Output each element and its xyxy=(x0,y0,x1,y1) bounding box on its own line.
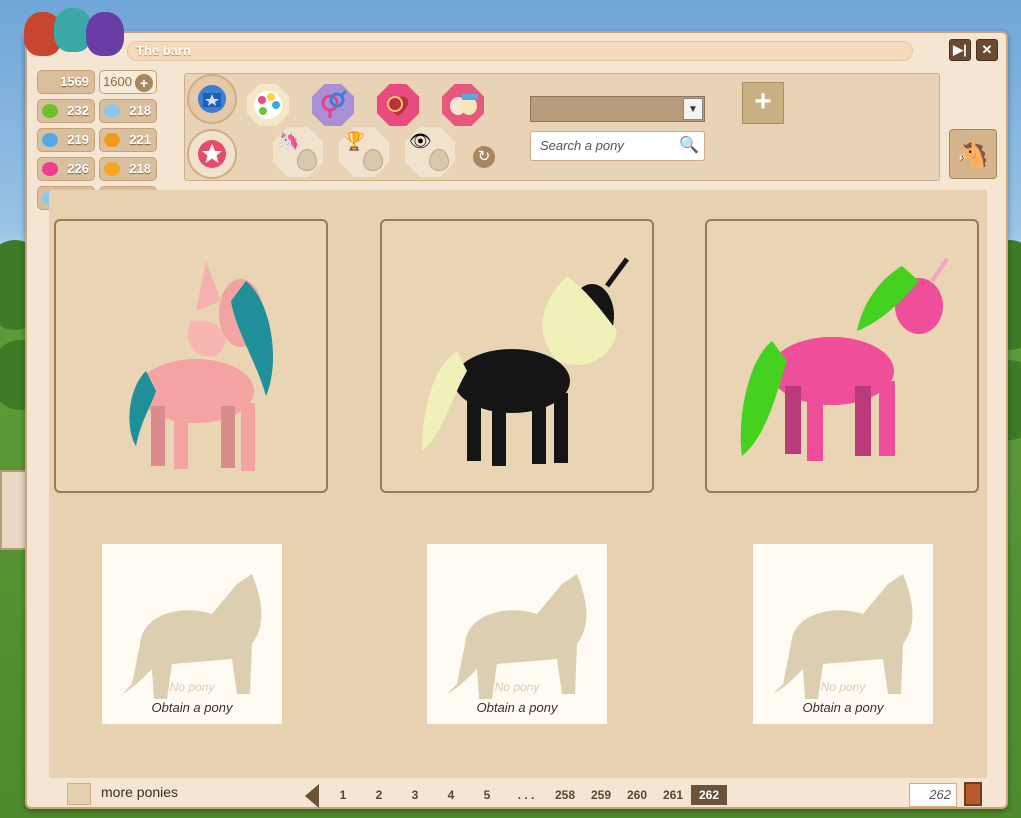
page-link[interactable]: 4 xyxy=(433,785,469,805)
stat-value: 218 xyxy=(129,103,151,118)
sort-select[interactable]: ▼ xyxy=(530,96,705,122)
add-button[interactable]: + xyxy=(742,82,784,124)
gender-icon xyxy=(321,89,348,118)
stat-flame: 221 xyxy=(99,128,157,152)
drop-icon xyxy=(297,149,317,171)
stat-value: 1600 xyxy=(103,74,132,89)
obtain-pony-label: Obtain a pony xyxy=(476,700,558,715)
pony-pair-icon xyxy=(450,94,478,115)
add-currency-icon[interactable]: + xyxy=(135,74,153,92)
obtain-pony-label: Obtain a pony xyxy=(802,700,884,715)
obtain-pony-label: Obtain a pony xyxy=(151,700,233,715)
pony-card[interactable] xyxy=(54,219,328,493)
stat-value: 219 xyxy=(67,132,89,147)
stat-value: 226 xyxy=(67,161,89,176)
drop-slot-eye[interactable]: 👁 xyxy=(405,127,455,177)
pony-card[interactable] xyxy=(380,219,654,493)
pony-logo xyxy=(24,4,124,60)
empty-pony-slot[interactable]: No pony Obtain a pony xyxy=(427,544,607,724)
refresh-button[interactable]: ↻ xyxy=(473,146,495,168)
chevron-down-icon: ▼ xyxy=(683,98,703,120)
drop-icon xyxy=(363,149,383,171)
page-link[interactable]: 5 xyxy=(469,785,505,805)
tab-favorites[interactable] xyxy=(187,129,237,179)
search-placeholder: Search a pony xyxy=(540,138,624,153)
page-link[interactable]: 2 xyxy=(361,785,397,805)
folder-star-icon xyxy=(203,93,221,107)
pony-image xyxy=(129,261,274,471)
pony-card[interactable] xyxy=(705,219,979,493)
search-icon: 🔍 xyxy=(679,137,699,154)
search-input[interactable]: Search a pony 🔍 xyxy=(530,131,705,161)
stat-paw-print: 218 xyxy=(99,157,157,181)
pony-mini-icon: 🦄 xyxy=(277,131,300,151)
stat-apple: 232 xyxy=(37,99,95,123)
plus-icon: + xyxy=(754,85,772,118)
page-link[interactable]: 1 xyxy=(325,785,361,805)
paw-icon xyxy=(42,133,58,147)
no-pony-text: No pony xyxy=(169,680,215,694)
star-icon xyxy=(202,144,222,163)
pony-silhouette-icon xyxy=(773,574,913,699)
more-ponies-label: more ponies xyxy=(101,784,179,800)
previous-page-arrow-icon[interactable] xyxy=(305,784,319,808)
filter-gender[interactable] xyxy=(312,84,354,126)
drop-icon xyxy=(429,149,449,171)
stat-heart: 226 xyxy=(37,157,95,181)
stat-paw: 219 xyxy=(37,128,95,152)
close-button[interactable]: ✕ xyxy=(976,39,998,61)
move-pony-button[interactable]: 🐴 xyxy=(949,129,997,179)
barn-window: The barn ▶| ✕ 1569 1600 +232 218 219 221 226 21… xyxy=(25,31,1008,809)
stat-value: 218 xyxy=(129,161,151,176)
tab-folder[interactable] xyxy=(187,74,237,124)
pony-silhouette-icon xyxy=(447,574,587,699)
page-link[interactable]: 262 xyxy=(691,785,727,805)
filter-hearts[interactable] xyxy=(377,84,419,126)
go-to-page-button[interactable] xyxy=(964,782,982,806)
page-number-input[interactable]: 262 xyxy=(909,783,957,807)
palette-icon xyxy=(254,91,282,119)
pony-image xyxy=(740,257,949,461)
hearts-icon xyxy=(387,96,409,116)
stat-coin: 1569 xyxy=(37,70,95,94)
page-link[interactable]: 259 xyxy=(583,785,619,805)
paw-print-icon xyxy=(104,162,120,176)
drop-slot-trophy[interactable]: 🏆 xyxy=(339,127,389,177)
page-link[interactable]: 260 xyxy=(619,785,655,805)
no-pony-text: No pony xyxy=(820,680,866,694)
barn-footer: more ponies 12345. . . 258 259 260 261 262 26… xyxy=(27,778,1010,811)
refresh-icon: ↻ xyxy=(477,148,491,165)
page-link[interactable]: 3 xyxy=(397,785,433,805)
page-link[interactable]: 261 xyxy=(655,785,691,805)
page-ellipsis: . . . xyxy=(517,788,535,802)
trophy-icon: 🏆 xyxy=(343,131,366,151)
page-link[interactable]: 258 xyxy=(547,785,583,805)
empty-pony-slot[interactable]: No pony Obtain a pony xyxy=(753,544,933,724)
filter-toolbar: 🦄 🏆 👁 ↻ ▼ Search a pony 🔍 + xyxy=(184,73,940,181)
pony-silhouette-icon xyxy=(122,574,262,699)
pony-arrow-icon: 🐴 xyxy=(956,139,990,169)
flame-icon xyxy=(104,133,120,147)
pony-image xyxy=(422,257,630,466)
no-pony-text: No pony xyxy=(494,680,540,694)
filter-palette[interactable] xyxy=(247,84,289,126)
stat-value: 221 xyxy=(129,132,151,147)
more-ponies-checkbox[interactable] xyxy=(67,783,91,805)
drop-slot-pony[interactable]: 🦄 xyxy=(273,127,323,177)
eye-icon: 👁 xyxy=(409,131,432,151)
cloud-icon xyxy=(104,104,120,118)
stat-cloud: 218 xyxy=(99,99,157,123)
apple-icon xyxy=(42,104,58,118)
filter-pony-pair[interactable] xyxy=(442,84,484,126)
pony-grid: No pony Obtain a pony No pony Obtain a p… xyxy=(49,190,987,778)
empty-pony-slot[interactable]: No pony Obtain a pony xyxy=(102,544,282,724)
stat-value: 1569 xyxy=(60,74,89,89)
stat-value: 232 xyxy=(67,103,89,118)
minimize-button[interactable]: ▶| xyxy=(949,39,971,61)
window-title: The barn xyxy=(127,41,913,61)
stat-add-currency[interactable]: 1600 + xyxy=(99,70,157,94)
heart-icon xyxy=(42,162,58,176)
